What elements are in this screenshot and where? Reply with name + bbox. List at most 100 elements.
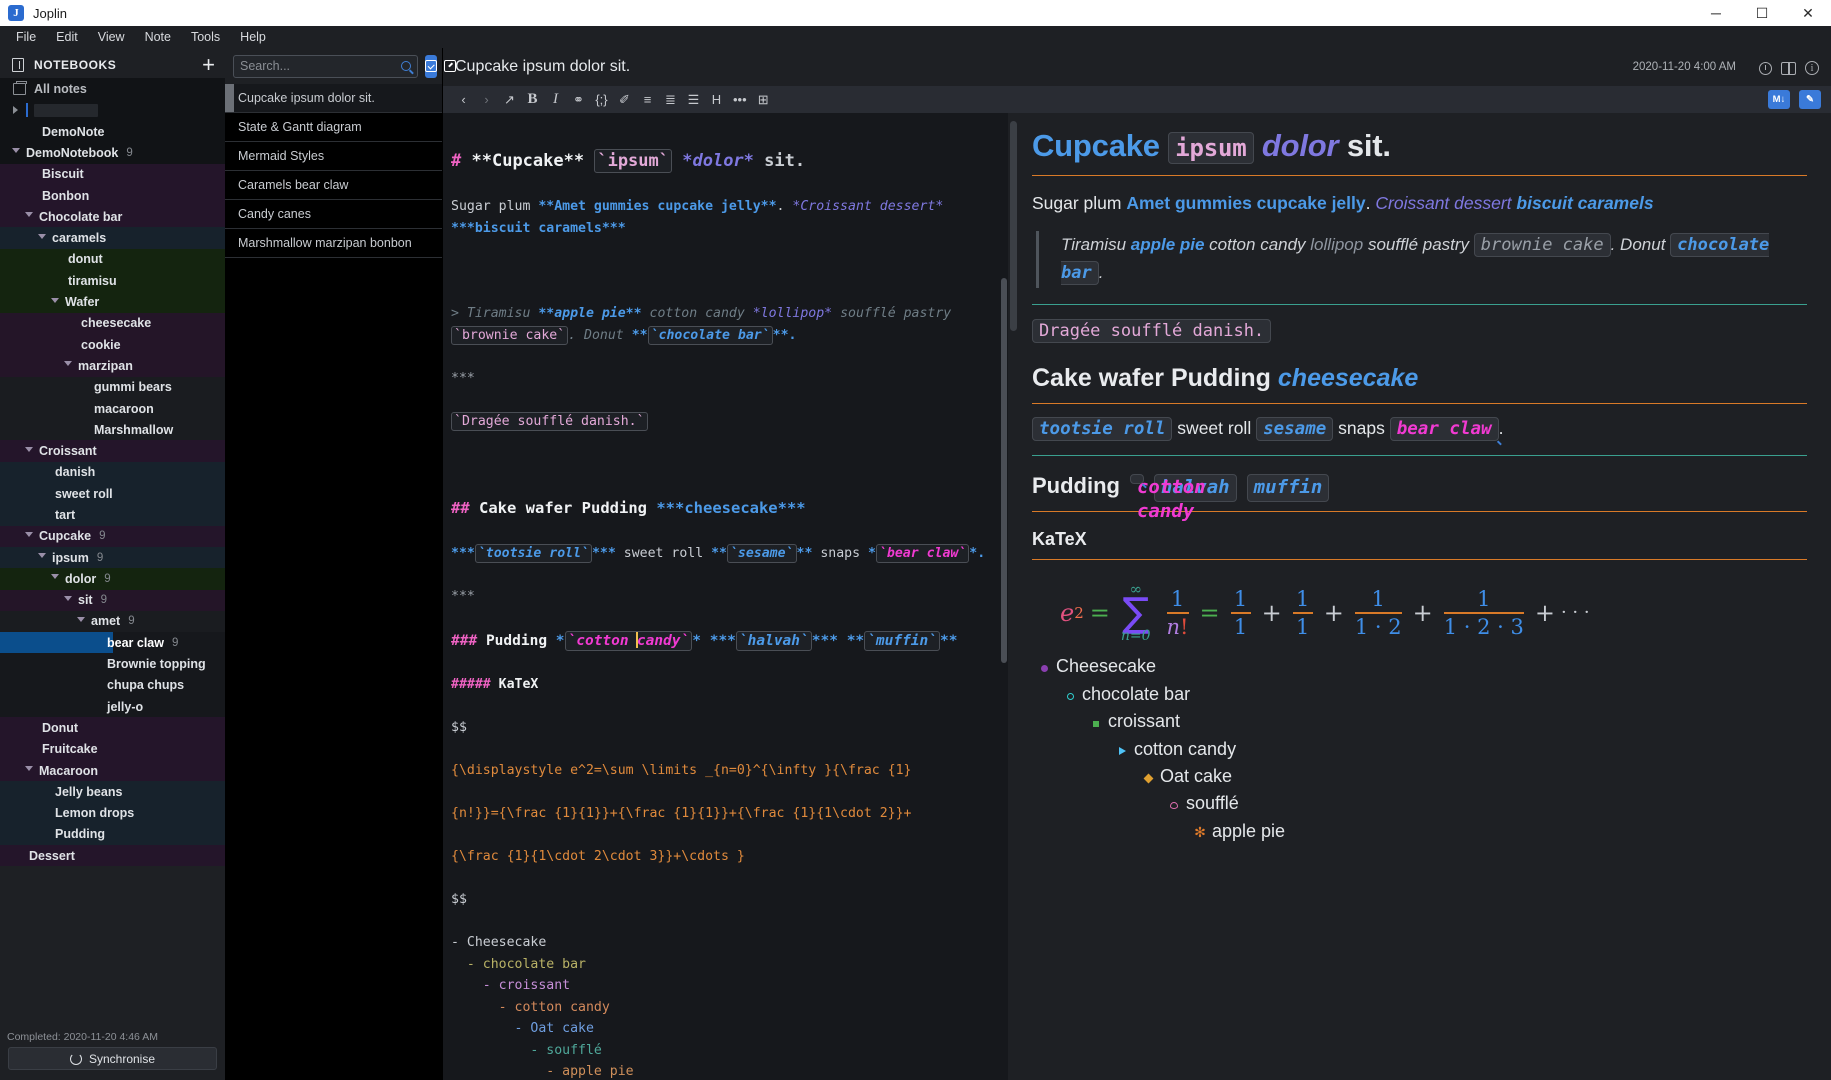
note-list-item[interactable]: Mermaid Styles	[225, 142, 442, 171]
new-notebook-button[interactable]: +	[202, 54, 215, 76]
synchronise-button[interactable]: Synchronise	[8, 1047, 217, 1070]
notebook-item-sweet-roll[interactable]: sweet roll	[0, 483, 225, 505]
notebook-item-demonote[interactable]: DemoNote	[0, 121, 225, 143]
chevron-down-icon[interactable]	[25, 212, 33, 221]
code-button[interactable]: {;}	[591, 89, 612, 110]
notebook-item-macaroon[interactable]: Macaroon	[0, 759, 225, 782]
chevron-down-icon[interactable]	[25, 446, 33, 456]
notebook-item-chupa-chups[interactable]: chupa chups	[0, 674, 225, 697]
notebook-item-cupcake[interactable]: Cupcake 9	[0, 525, 225, 547]
more-options-button[interactable]: •••	[729, 89, 751, 110]
attach-button[interactable]: ✐	[614, 89, 635, 110]
preview-scrollbar[interactable]	[1010, 121, 1017, 331]
alarm-icon[interactable]	[1759, 62, 1772, 75]
notebook-item-danish[interactable]: danish	[0, 461, 225, 484]
source-math-line-1: {\displaystyle e^2=\sum \limits _{n=0}^{…	[451, 763, 912, 778]
note-list-item[interactable]: Candy canes	[225, 200, 442, 229]
chevron-down-icon[interactable]	[77, 616, 85, 626]
menu-tools[interactable]: Tools	[181, 28, 230, 46]
chevron-down-icon[interactable]	[51, 297, 59, 307]
chevron-down-icon[interactable]	[38, 553, 46, 562]
checkbox-list-button[interactable]: ☰	[683, 89, 704, 110]
note-list-item[interactable]: Marshmallow marzipan bonbon	[225, 229, 442, 258]
notebook-item-marzipan[interactable]: marzipan	[0, 355, 225, 377]
search-icon[interactable]	[401, 61, 411, 71]
chevron-down-icon[interactable]	[25, 766, 33, 775]
notebook-item-fruitcake[interactable]: Fruitcake	[0, 738, 225, 760]
notebook-item-lemon-drops[interactable]: Lemon drops	[0, 802, 225, 824]
source-list-item: - Oat cake	[451, 1021, 594, 1036]
numbered-list-button[interactable]: ≡	[637, 89, 658, 110]
toggle-markdown-button[interactable]: M↓	[1768, 90, 1790, 109]
notebook-item-chocolate-bar[interactable]: Chocolate bar	[0, 206, 225, 228]
notebook-item-cheesecake[interactable]: cheesecake	[0, 312, 225, 334]
menu-edit[interactable]: Edit	[46, 28, 88, 46]
open-external-button[interactable]: ↗	[499, 89, 520, 110]
link-button[interactable]: ⚭	[568, 89, 589, 110]
notebook-item-tiramisu[interactable]: tiramisu	[0, 270, 225, 292]
heading-button[interactable]: H	[706, 89, 727, 110]
notebook-item-jelly-o[interactable]: jelly-o	[0, 696, 225, 718]
new-todo-button[interactable]	[425, 54, 437, 78]
markdown-source-pane[interactable]: # **Cupcake** `ipsum` *dolor* sit. Sugar…	[443, 113, 1008, 1080]
notebook-item-macaroon[interactable]: macaroon	[0, 397, 225, 420]
chevron-down-icon[interactable]	[64, 361, 72, 370]
notebook-item-croissant[interactable]: Croissant	[0, 440, 225, 462]
notebook-item-demonotebook[interactable]: DemoNotebook 9	[0, 142, 225, 164]
notebook-item-bonbon[interactable]: Bonbon	[0, 184, 225, 207]
forward-button[interactable]: ›	[476, 89, 497, 110]
chevron-down-icon[interactable]	[12, 148, 20, 157]
menu-note[interactable]: Note	[135, 28, 181, 46]
menu-help[interactable]: Help	[230, 28, 276, 46]
note-list-item[interactable]: State & Gantt diagram	[225, 113, 442, 142]
notebook-label: ipsum	[52, 550, 89, 565]
menu-file[interactable]: File	[6, 28, 46, 46]
chevron-down-icon[interactable]	[38, 233, 46, 243]
notebook-item-biscuit[interactable]: Biscuit	[0, 163, 225, 185]
sidebar-collapsed-row[interactable]	[0, 100, 225, 121]
italic-button[interactable]: I	[545, 89, 566, 110]
note-list-item[interactable]: Cupcake ipsum dolor sit.	[225, 84, 442, 113]
notebook-item-caramels[interactable]: caramels	[0, 227, 225, 249]
note-info-icon[interactable]: i	[1805, 61, 1819, 75]
search-box[interactable]	[233, 54, 418, 78]
search-input[interactable]	[240, 59, 401, 73]
notebook-item-tart[interactable]: tart	[0, 504, 225, 526]
minimize-button[interactable]: ─	[1693, 0, 1739, 26]
notebook-item-brownie-topping[interactable]: Brownie topping	[0, 653, 225, 675]
source-scrollbar[interactable]	[1001, 278, 1007, 663]
notebook-item-gummi-bears[interactable]: gummi bears	[0, 376, 225, 398]
chevron-down-icon[interactable]	[51, 574, 59, 583]
notebook-item-marshmallow[interactable]: Marshmallow	[0, 419, 225, 441]
sidebar-item-all-notes[interactable]: All notes	[0, 78, 225, 100]
chevron-down-icon[interactable]	[64, 595, 72, 605]
maximize-button[interactable]: ☐	[1739, 0, 1785, 26]
horizontal-rule-button[interactable]: ⊞	[753, 89, 774, 110]
sync-icon	[69, 1052, 82, 1065]
notebook-item-dolor[interactable]: dolor 9	[0, 568, 225, 590]
source-list-item: - chocolate bar	[451, 956, 586, 972]
note-title-input[interactable]: Cupcake ipsum dolor sit.	[451, 58, 1633, 76]
back-button[interactable]: ‹	[453, 89, 474, 110]
notebook-item-jelly-beans[interactable]: Jelly beans	[0, 781, 225, 803]
chevron-down-icon[interactable]	[25, 531, 33, 541]
notebook-item-wafer[interactable]: Wafer	[0, 291, 225, 313]
close-button[interactable]: ✕	[1785, 0, 1831, 26]
notebook-item-cookie[interactable]: cookie	[0, 333, 225, 356]
notebook-item-ipsum[interactable]: ipsum 9	[0, 546, 225, 569]
bulleted-list-button[interactable]: ≣	[660, 89, 681, 110]
notebook-item-donut[interactable]: Donut	[0, 717, 225, 739]
toggle-layout-icon[interactable]	[1781, 62, 1796, 75]
notebook-item-pudding[interactable]: Pudding	[0, 823, 225, 846]
menu-view[interactable]: View	[88, 28, 135, 46]
all-notes-label: All notes	[34, 82, 87, 96]
notebook-item-amet[interactable]: amet 9	[0, 610, 225, 633]
notebook-item-dessert[interactable]: Dessert	[0, 845, 225, 867]
note-list-item[interactable]: Caramels bear claw	[225, 171, 442, 200]
bold-button[interactable]: B	[522, 89, 543, 110]
sq-green-icon	[1084, 721, 1108, 728]
notebook-item-donut[interactable]: donut	[0, 248, 225, 271]
toggle-editor-button[interactable]: ✎	[1799, 90, 1821, 109]
notebook-item-sit[interactable]: sit 9	[0, 589, 225, 611]
notebook-item-bear-claw[interactable]: bear claw 9	[0, 632, 225, 654]
